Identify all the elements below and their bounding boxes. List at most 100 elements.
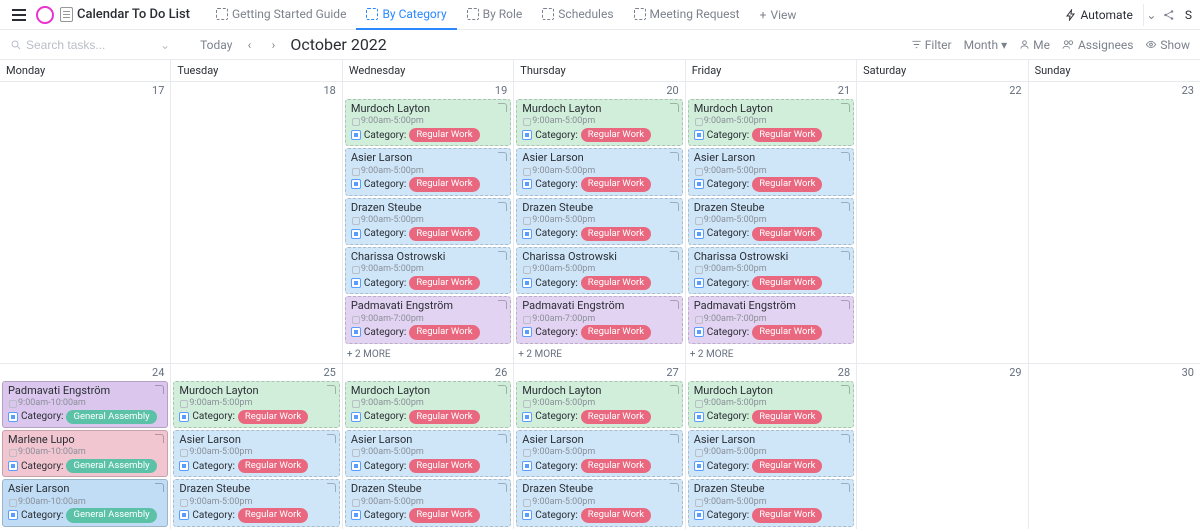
category-pill: Regular Work <box>752 325 822 339</box>
day-number: 30 <box>1029 364 1200 381</box>
more-events[interactable]: + 2 MORE <box>343 346 513 363</box>
doc-icon <box>634 8 646 20</box>
category-icon <box>522 130 532 140</box>
me-button[interactable]: Me <box>1019 38 1050 52</box>
event-card[interactable]: Murdoch Layton9:00am-5:00pmCategory:Regu… <box>345 381 511 428</box>
recurring-icon <box>670 300 679 309</box>
event-card[interactable]: Padmavati Engström9:00am-7:00pmCategory:… <box>516 296 682 343</box>
event-card[interactable]: Drazen Steube9:00am-5:00pmCategory:Regul… <box>173 479 339 526</box>
doc-title[interactable]: Calendar To Do List <box>60 7 190 22</box>
events-list <box>1029 381 1200 383</box>
event-time: 9:00am-5:00pm <box>351 166 507 178</box>
today-button[interactable]: Today <box>200 38 232 52</box>
day-cell[interactable]: 25Murdoch Layton9:00am-5:00pmCategory:Re… <box>171 364 342 529</box>
event-card[interactable]: Asier Larson9:00am-5:00pmCategory:Regula… <box>688 430 854 477</box>
chevron-down-icon: ▾ <box>1001 38 1007 52</box>
category-icon <box>179 461 189 471</box>
day-cell[interactable]: 21Murdoch Layton9:00am-5:00pmCategory:Re… <box>686 82 857 363</box>
category-label: Category: <box>364 178 406 191</box>
category-icon <box>351 510 361 520</box>
event-card[interactable]: Marlene Lupo9:00am-10:00amCategory:Gener… <box>2 430 168 477</box>
category-icon <box>694 130 704 140</box>
event-card[interactable]: Asier Larson9:00am-5:00pmCategory:Regula… <box>516 148 682 195</box>
automate-chevron[interactable]: ⌄ <box>1143 4 1153 26</box>
day-cell[interactable]: 30 <box>1029 364 1200 529</box>
day-cell[interactable]: 19Murdoch Layton9:00am-5:00pmCategory:Re… <box>343 82 514 363</box>
day-cell[interactable]: 26Murdoch Layton9:00am-5:00pmCategory:Re… <box>343 364 514 529</box>
share-label[interactable]: S <box>1185 8 1192 22</box>
day-cell[interactable]: 27Murdoch Layton9:00am-5:00pmCategory:Re… <box>514 364 685 529</box>
event-card[interactable]: Asier Larson9:00am-5:00pmCategory:Regula… <box>516 430 682 477</box>
day-cell[interactable]: 20Murdoch Layton9:00am-5:00pmCategory:Re… <box>514 82 685 363</box>
category-pill: Regular Work <box>752 177 822 191</box>
event-category-row: Category:Regular Work <box>522 508 678 522</box>
day-cell[interactable]: 28Murdoch Layton9:00am-5:00pmCategory:Re… <box>686 364 857 529</box>
category-pill: Regular Work <box>581 177 651 191</box>
tab-schedules[interactable]: Schedules <box>532 0 623 30</box>
event-card[interactable]: Murdoch Layton9:00am-5:00pmCategory:Regu… <box>688 99 854 146</box>
event-card[interactable]: Padmavati Engström9:00am-7:00pmCategory:… <box>688 296 854 343</box>
event-card[interactable]: Asier Larson9:00am-5:00pmCategory:Regula… <box>345 148 511 195</box>
event-card[interactable]: Asier Larson9:00am-5:00pmCategory:Regula… <box>173 430 339 477</box>
show-button[interactable]: Show <box>1145 38 1190 52</box>
event-time: 9:00am-5:00pm <box>351 447 507 459</box>
event-card[interactable]: Drazen Steube9:00am-5:00pmCategory:Regul… <box>516 479 682 526</box>
event-card[interactable]: Charissa Ostrowski9:00am-5:00pmCategory:… <box>345 247 511 294</box>
more-events[interactable]: + 2 MORE <box>514 346 684 363</box>
category-pill: Regular Work <box>409 276 479 290</box>
event-card[interactable]: Murdoch Layton9:00am-5:00pmCategory:Regu… <box>173 381 339 428</box>
event-card[interactable]: Murdoch Layton9:00am-5:00pmCategory:Regu… <box>516 381 682 428</box>
event-time: 9:00am-5:00pm <box>522 215 678 227</box>
event-card[interactable]: Drazen Steube9:00am-5:00pmCategory:Regul… <box>516 198 682 245</box>
event-card[interactable]: Asier Larson9:00am-5:00pmCategory:Regula… <box>345 430 511 477</box>
category-pill: Regular Work <box>409 177 479 191</box>
prev-month[interactable]: ‹ <box>242 38 256 52</box>
tab-by-category[interactable]: By Category <box>356 0 456 30</box>
menu-toggle[interactable] <box>8 4 30 26</box>
day-cell[interactable]: 23 <box>1029 82 1200 363</box>
event-card[interactable]: Drazen Steube9:00am-5:00pmCategory:Regul… <box>345 479 511 526</box>
tab-meeting-request[interactable]: Meeting Request <box>624 0 750 30</box>
day-cell[interactable]: 24Padmavati Engström9:00am-10:00amCatego… <box>0 364 171 529</box>
event-card[interactable]: Murdoch Layton9:00am-5:00pmCategory:Regu… <box>516 99 682 146</box>
event-card[interactable]: Drazen Steube9:00am-5:00pmCategory:Regul… <box>688 198 854 245</box>
event-card[interactable]: Murdoch Layton9:00am-5:00pmCategory:Regu… <box>345 99 511 146</box>
day-cell[interactable]: 18 <box>171 82 342 363</box>
event-card[interactable]: Asier Larson9:00am-10:00amCategory:Gener… <box>2 479 168 526</box>
more-events[interactable]: + 2 MORE <box>686 346 856 363</box>
event-card[interactable]: Drazen Steube9:00am-5:00pmCategory:Regul… <box>345 198 511 245</box>
search-dropdown[interactable]: ⌄ <box>160 38 170 52</box>
day-cell[interactable]: 29 <box>857 364 1028 529</box>
category-label: Category: <box>192 460 234 473</box>
next-month[interactable]: › <box>266 38 280 52</box>
category-pill: Regular Work <box>409 227 479 241</box>
month-switch[interactable]: Month ▾ <box>964 38 1008 52</box>
search-input[interactable] <box>26 38 126 52</box>
tab-by-role[interactable]: By Role <box>457 0 533 30</box>
assignees-button[interactable]: Assignees <box>1062 38 1133 52</box>
event-card[interactable]: Charissa Ostrowski9:00am-5:00pmCategory:… <box>516 247 682 294</box>
category-label: Category: <box>707 178 749 191</box>
category-icon <box>522 412 532 422</box>
day-cell[interactable]: 17 <box>0 82 171 363</box>
tab-getting-started[interactable]: Getting Started Guide <box>206 0 356 30</box>
add-view-button[interactable]: +View <box>750 0 807 30</box>
event-card[interactable]: Padmavati Engström9:00am-10:00amCategory… <box>2 381 168 428</box>
event-time: 9:00am-7:00pm <box>694 314 850 326</box>
filter-button[interactable]: Filter <box>911 38 952 52</box>
category-icon <box>351 327 361 337</box>
filter-icon <box>911 39 922 50</box>
category-label: Category: <box>21 460 63 473</box>
event-time: 9:00am-5:00pm <box>522 116 678 128</box>
event-card[interactable]: Padmavati Engström9:00am-7:00pmCategory:… <box>345 296 511 343</box>
event-card[interactable]: Charissa Ostrowski9:00am-5:00pmCategory:… <box>688 247 854 294</box>
event-card[interactable]: Drazen Steube9:00am-5:00pmCategory:Regul… <box>688 479 854 526</box>
weekday-wednesday: Wednesday <box>343 60 514 82</box>
day-cell[interactable]: 22 <box>857 82 1028 363</box>
day-number: 29 <box>857 364 1027 381</box>
event-card[interactable]: Asier Larson9:00am-5:00pmCategory:Regula… <box>688 148 854 195</box>
recurring-icon <box>670 251 679 260</box>
event-card[interactable]: Murdoch Layton9:00am-5:00pmCategory:Regu… <box>688 381 854 428</box>
share-icon[interactable] <box>1163 9 1175 21</box>
automate-button[interactable]: Automate <box>1065 8 1133 22</box>
